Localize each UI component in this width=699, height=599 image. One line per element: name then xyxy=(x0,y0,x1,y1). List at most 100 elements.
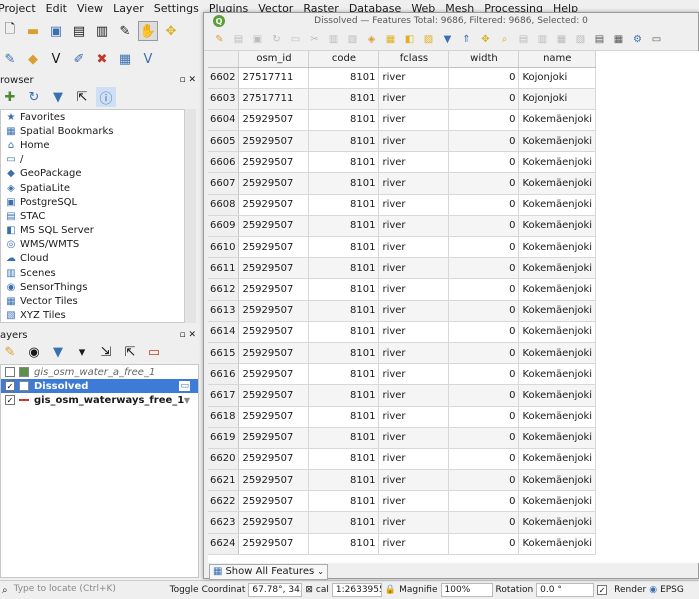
info-icon[interactable]: ⓘ xyxy=(96,87,116,107)
column-header-code[interactable]: code xyxy=(308,51,380,68)
column-header-width[interactable]: width xyxy=(448,51,520,68)
browser-item[interactable]: ◈ SpatiaLite xyxy=(1,181,185,195)
toggle-label[interactable]: Toggle xyxy=(170,585,199,595)
row-number[interactable]: 6613 xyxy=(208,300,240,322)
delete-icon[interactable]: ✖ xyxy=(92,49,112,69)
copy-rows-icon[interactable]: ▤ xyxy=(516,32,531,47)
table-row[interactable]: 6616 25929507 8101 river 0 Kokemäenjoki xyxy=(208,363,597,386)
row-number[interactable]: 6606 xyxy=(208,151,240,174)
actions-icon[interactable]: ⚙ xyxy=(630,32,645,47)
row-number[interactable]: 6616 xyxy=(208,363,240,386)
layer-item[interactable]: gis_osm_water_a_free_1 xyxy=(1,365,198,379)
table-row[interactable]: 6602 27517711 8101 river 0 Kojonjoki xyxy=(208,67,597,89)
style-icon[interactable]: ✎ xyxy=(0,342,20,362)
table-row[interactable]: 6618 25929507 8101 river 0 Kokemäenjoki xyxy=(208,406,597,428)
add-point-icon[interactable]: V xyxy=(46,49,66,69)
browser-scrollbar[interactable] xyxy=(184,109,196,323)
table-row[interactable]: 6611 25929507 8101 river 0 Kokemäenjoki xyxy=(208,257,597,280)
save-project-icon[interactable]: ▣ xyxy=(46,21,66,41)
move-selection-top-icon[interactable]: ⇑ xyxy=(459,32,474,47)
table-row[interactable]: 6613 25929507 8101 river 0 Kokemäenjoki xyxy=(208,300,597,322)
row-number[interactable]: 6612 xyxy=(208,278,240,301)
rotation-field[interactable]: 0.0 ° xyxy=(536,583,595,597)
row-number[interactable]: 6603 xyxy=(208,88,240,110)
layer-visibility-checkbox[interactable] xyxy=(5,367,15,377)
column-header-name[interactable]: name xyxy=(518,51,597,68)
row-number[interactable]: 6624 xyxy=(208,533,240,555)
filter-icon[interactable]: ▼ xyxy=(184,396,190,405)
row-number[interactable]: 6609 xyxy=(208,215,240,238)
row-number[interactable]: 6621 xyxy=(208,469,240,492)
browser-item[interactable]: ▣ PostgreSQL xyxy=(1,195,185,209)
eye-icon[interactable]: ◉ xyxy=(24,342,44,362)
new-print-layout-icon[interactable]: ▤ xyxy=(69,21,89,41)
lock-scale-icon[interactable]: 🔒 xyxy=(385,585,396,595)
add-feature-icon[interactable]: ▭ xyxy=(288,32,303,47)
add-vector-layer-icon[interactable]: ◆ xyxy=(23,49,43,69)
menu-item-project[interactable]: Project xyxy=(0,0,41,17)
coordinate-field[interactable]: 67.78°, 34.1° xyxy=(248,583,303,597)
refresh-icon[interactable]: ↻ xyxy=(24,87,44,107)
row-number[interactable]: 6615 xyxy=(208,342,240,365)
browser-item[interactable]: ◧ MS SQL Server xyxy=(1,224,185,238)
table-row[interactable]: 6619 25929507 8101 river 0 Kokemäenjoki xyxy=(208,427,597,449)
crs-label[interactable]: EPSG xyxy=(660,585,684,595)
pan-to-selected-icon[interactable]: ✥ xyxy=(478,32,493,47)
table-row[interactable]: 6622 25929507 8101 river 0 Kokemäenjoki xyxy=(208,490,597,513)
row-number[interactable]: 6622 xyxy=(208,490,240,513)
scale-field[interactable]: 1:2633955 xyxy=(331,583,382,597)
row-number[interactable]: 6620 xyxy=(208,448,240,471)
field-calculator-icon[interactable]: ▤ xyxy=(592,32,607,47)
table-row[interactable]: 6604 25929507 8101 river 0 Kokemäenjoki xyxy=(208,109,597,132)
collapse-all-icon[interactable]: ⇱ xyxy=(72,87,92,107)
row-number[interactable]: 6608 xyxy=(208,194,240,216)
toggle-extents-icon[interactable]: ⊠ xyxy=(305,585,313,595)
expand-all-icon[interactable]: ⇲ xyxy=(96,342,116,362)
new-field-icon[interactable]: ▦ xyxy=(554,32,569,47)
delete-field-icon[interactable]: ▧ xyxy=(573,32,588,47)
table-row[interactable]: 6623 25929507 8101 river 0 Kokemäenjoki xyxy=(208,511,597,534)
filter-legend-icon[interactable]: ▼ xyxy=(48,342,68,362)
grid-icon[interactable]: ▦ xyxy=(115,49,135,69)
vector-edit-icon[interactable]: V xyxy=(138,49,158,69)
expression-filter-icon[interactable]: ▾ xyxy=(72,342,92,362)
layer-visibility-checkbox[interactable]: ✓ xyxy=(5,381,15,391)
table-row[interactable]: 6605 25929507 8101 river 0 Kokemäenjoki xyxy=(208,130,597,153)
select-all-icon[interactable]: ▦ xyxy=(383,32,398,47)
menu-item-edit[interactable]: Edit xyxy=(41,0,72,17)
browser-item[interactable]: ▥ Scenes xyxy=(1,266,185,280)
render-checkbox[interactable]: ✓ xyxy=(597,585,608,595)
menu-item-settings[interactable]: Settings xyxy=(149,0,204,17)
collapse-all-icon[interactable]: ⇱ xyxy=(120,342,140,362)
show-all-features-button[interactable]: ▦ Show All Features ⌄ xyxy=(209,563,328,580)
locate-input[interactable]: Type to locate (Ctrl+K) xyxy=(11,583,161,597)
layer-item[interactable]: ✓ Dissolved ▭ xyxy=(1,379,198,393)
filter-select-icon[interactable]: ▼ xyxy=(440,32,455,47)
browser-item[interactable]: ▦ Spatial Bookmarks xyxy=(1,124,185,138)
remove-layer-icon[interactable]: ▭ xyxy=(144,342,164,362)
multi-edit-icon[interactable]: ▤ xyxy=(231,32,246,47)
browser-item[interactable]: ▭ / xyxy=(1,153,185,167)
dock-icon[interactable]: ▭ xyxy=(649,32,664,47)
browser-item[interactable]: ◉ SensorThings xyxy=(1,280,185,294)
reload-icon[interactable]: ↻ xyxy=(269,32,284,47)
table-row[interactable]: 6614 25929507 8101 river 0 Kokemäenjoki xyxy=(208,321,597,343)
browser-item[interactable]: ⌂ Home xyxy=(1,138,185,152)
browser-item[interactable]: ◎ WMS/WMTS xyxy=(1,238,185,252)
deselect-icon[interactable]: ▨ xyxy=(421,32,436,47)
row-number[interactable]: 6618 xyxy=(208,406,240,428)
table-row[interactable]: 6609 25929507 8101 river 0 Kokemäenjoki xyxy=(208,215,597,238)
browser-item[interactable]: ★ Favorites xyxy=(1,110,185,124)
menu-item-view[interactable]: View xyxy=(72,0,108,17)
table-row[interactable]: 6615 25929507 8101 river 0 Kokemäenjoki xyxy=(208,342,597,365)
conditional-format-icon[interactable]: ▦ xyxy=(611,32,626,47)
browser-item[interactable]: ☁ Cloud xyxy=(1,252,185,266)
pan-map-icon[interactable]: ✋ xyxy=(138,21,158,41)
add-selected-layers-icon[interactable]: ✚ xyxy=(0,87,20,107)
row-number[interactable]: 6604 xyxy=(208,109,240,132)
table-row[interactable]: 6603 27517711 8101 river 0 Kojonjoki xyxy=(208,88,597,110)
magnifier-field[interactable]: 100% xyxy=(440,583,493,597)
paste-features-icon[interactable]: ▥ xyxy=(535,32,550,47)
copy-icon[interactable]: ▥ xyxy=(326,32,341,47)
table-row[interactable]: 6610 25929507 8101 river 0 Kokemäenjoki xyxy=(208,236,597,259)
